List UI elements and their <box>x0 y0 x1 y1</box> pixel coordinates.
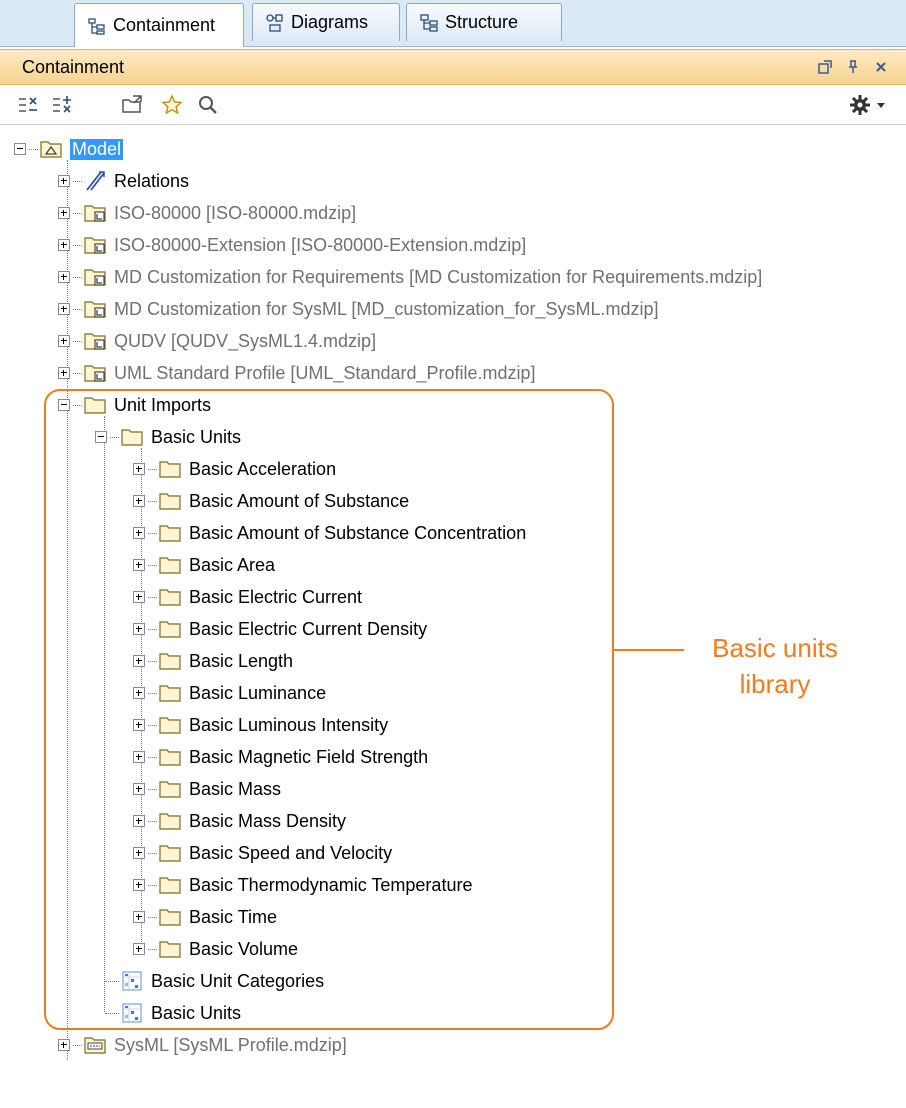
tree-node-used-project[interactable]: ISO-80000 [ISO-80000.mdzip] <box>58 198 356 228</box>
tree-node-label: Relations <box>114 170 190 191</box>
callout-line-2: library <box>739 669 811 699</box>
pin-icon[interactable] <box>844 58 862 76</box>
expand-toggle[interactable] <box>58 239 70 251</box>
tree-node-label: QUDV [QUDV_SysML1.4.mdzip] <box>114 330 377 351</box>
undock-icon[interactable] <box>816 58 834 76</box>
callout-label: Basic units library <box>680 630 870 702</box>
close-icon[interactable] <box>872 58 890 76</box>
tree-node-used-project[interactable]: ISO-80000-Extension [ISO-80000-Extension… <box>58 230 526 260</box>
tree-node-label: ISO-80000-Extension [ISO-80000-Extension… <box>114 234 527 255</box>
read-only-package-icon <box>84 235 106 255</box>
tree-node-label: ISO-80000 [ISO-80000.mdzip] <box>114 202 357 223</box>
tab-containment[interactable]: Containment <box>74 3 244 47</box>
read-only-package-icon <box>84 203 106 223</box>
tree-node-label: MD Customization for SysML [MD_customiza… <box>114 298 659 319</box>
tree-node-relations[interactable]: Relations <box>58 166 189 196</box>
structure-icon <box>419 13 439 33</box>
tree-node-label: SysML [SysML Profile.mdzip] <box>114 1034 347 1055</box>
sysml-profile-icon <box>84 1035 106 1055</box>
expand-toggle[interactable] <box>58 271 70 283</box>
callout-leader-line <box>614 649 684 651</box>
read-only-package-icon <box>84 299 106 319</box>
expand-all-icon[interactable] <box>50 93 74 117</box>
expand-toggle[interactable] <box>58 335 70 347</box>
tab-structure[interactable]: Structure <box>406 3 562 41</box>
tree-node-model[interactable]: Model <box>14 134 124 164</box>
read-only-package-icon <box>84 331 106 351</box>
model-package-icon <box>40 139 62 159</box>
panel-header: Containment <box>0 49 906 85</box>
tree-node-used-project[interactable]: SysML [SysML Profile.mdzip] <box>58 1030 347 1060</box>
tree-node-label: Model <box>70 138 124 160</box>
containment-tree-icon <box>87 16 107 36</box>
collapse-toggle[interactable] <box>14 143 26 155</box>
favorites-star-icon[interactable] <box>160 93 184 117</box>
tree-node-label: UML Standard Profile [UML_Standard_Profi… <box>114 362 536 383</box>
tree-node-used-project[interactable]: MD Customization for SysML [MD_customiza… <box>58 294 659 324</box>
open-project-icon[interactable] <box>120 93 144 117</box>
diagrams-icon <box>265 13 285 33</box>
search-icon[interactable] <box>196 93 220 117</box>
dropdown-arrow-icon[interactable] <box>874 93 888 117</box>
settings-gear-icon[interactable] <box>848 93 872 117</box>
tree-node-label: MD Customization for Requirements [MD Cu… <box>114 266 763 287</box>
tree-node-used-project[interactable]: UML Standard Profile [UML_Standard_Profi… <box>58 358 536 388</box>
tab-label: Structure <box>445 12 519 32</box>
expand-toggle[interactable] <box>58 367 70 379</box>
tree-node-used-project[interactable]: QUDV [QUDV_SysML1.4.mdzip] <box>58 326 376 356</box>
relations-icon <box>84 171 106 191</box>
tab-label: Diagrams <box>291 12 369 32</box>
tree-node-used-project[interactable]: MD Customization for Requirements [MD Cu… <box>58 262 762 292</box>
read-only-package-icon <box>84 363 106 383</box>
tree-toolbar <box>0 85 906 125</box>
callout-line-1: Basic units <box>712 633 838 663</box>
tab-diagrams[interactable]: Diagrams <box>252 3 400 41</box>
panel-title: Containment <box>22 56 125 77</box>
callout-highlight-box <box>44 389 614 1030</box>
collapse-all-icon[interactable] <box>16 93 40 117</box>
expand-toggle[interactable] <box>58 175 70 187</box>
view-tab-strip: Containment Diagrams Structure <box>0 0 906 47</box>
expand-toggle[interactable] <box>58 303 70 315</box>
expand-toggle[interactable] <box>58 1039 70 1051</box>
expand-toggle[interactable] <box>58 207 70 219</box>
read-only-package-icon <box>84 267 106 287</box>
tab-label: Containment <box>113 15 216 35</box>
